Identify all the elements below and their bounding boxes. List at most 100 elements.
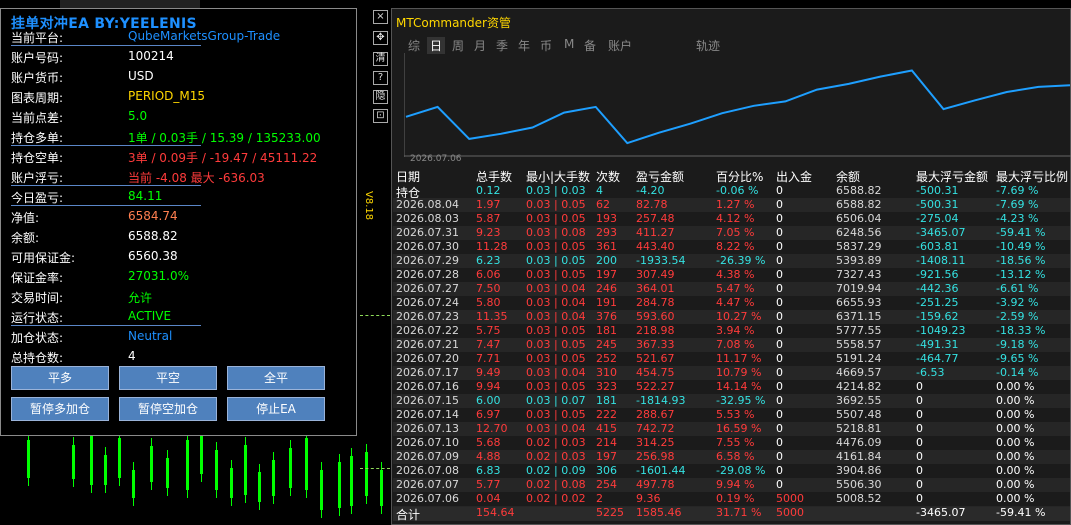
- table-cell: 0.03 | 0.07: [526, 394, 586, 407]
- info-label: 账户货币:: [11, 71, 64, 85]
- table-cell: 6371.15: [836, 310, 882, 323]
- table-cell: -10.49 %: [996, 240, 1046, 253]
- info-label: 当前点差:: [11, 111, 64, 125]
- table-cell: 2026.08.04: [396, 198, 459, 211]
- table-cell: 256.98: [636, 450, 675, 463]
- table-cell: -442.36: [916, 282, 959, 295]
- clear-icon[interactable]: 清: [373, 52, 388, 66]
- stop-ea-button[interactable]: 停止EA: [227, 397, 325, 421]
- equity-line-chart: [404, 53, 1071, 157]
- move-icon[interactable]: ✥: [373, 31, 388, 45]
- table-cell: 0: [776, 464, 783, 477]
- info-label: 持仓多单:: [11, 131, 64, 145]
- table-cell: 12.70: [476, 422, 508, 435]
- table-cell: 5558.57: [836, 338, 882, 351]
- tab-日[interactable]: 日: [427, 37, 446, 54]
- tab-M[interactable]: M: [564, 37, 574, 51]
- tab-年[interactable]: 年: [518, 37, 530, 54]
- price-candle-wick: [167, 450, 168, 496]
- table-cell: 0.03 | 0.05: [526, 198, 586, 211]
- pause-long-add-button[interactable]: 暂停多加仓: [11, 397, 109, 421]
- table-cell: 5008.52: [836, 492, 882, 505]
- price-candle-wick: [133, 462, 134, 506]
- table-cell: 0: [776, 422, 783, 435]
- tab-账户[interactable]: 账户: [608, 37, 632, 54]
- price-candle-wick: [259, 464, 260, 510]
- table-cell: 2026.07.10: [396, 436, 459, 449]
- hide-icon[interactable]: 隐: [373, 90, 388, 104]
- table-cell: 0: [916, 380, 923, 393]
- price-candle-wick: [245, 437, 246, 503]
- table-cell: 521.67: [636, 352, 675, 365]
- table-cell: 0.03 | 0.05: [526, 324, 586, 337]
- table-cell: 6588.82: [836, 198, 882, 211]
- tab-季[interactable]: 季: [496, 37, 508, 54]
- table-cell: 2026.07.14: [396, 408, 459, 421]
- price-candle-wick: [73, 437, 74, 487]
- info-label: 保证金率:: [11, 271, 64, 285]
- tab-备[interactable]: 备: [584, 37, 596, 54]
- close-short-button[interactable]: 平空: [119, 366, 217, 390]
- price-candle-wick: [306, 430, 307, 498]
- table-cell: 5.87: [476, 212, 501, 225]
- version-label: V8.18: [363, 191, 374, 221]
- table-cell: 0.03 | 0.04: [526, 422, 586, 435]
- table-cell: -18.56 %: [996, 254, 1046, 267]
- table-cell: 454.75: [636, 366, 675, 379]
- table-cell: -6.61 %: [996, 282, 1039, 295]
- table-cell: -464.77: [916, 352, 959, 365]
- table-cell: 0.03 | 0.05: [526, 352, 586, 365]
- table-cell: 6506.04: [836, 212, 882, 225]
- close-icon[interactable]: ×: [373, 10, 388, 24]
- table-cell: 9.94 %: [716, 478, 755, 491]
- table-cell: 2026.07.23: [396, 310, 459, 323]
- column-header: 总手数: [476, 170, 513, 184]
- table-cell: 9.94: [476, 380, 501, 393]
- table-cell: 8.22 %: [716, 240, 755, 253]
- table-cell: 191: [596, 296, 617, 309]
- table-cell: 307.49: [636, 268, 675, 281]
- table-cell: 2026.07.16: [396, 380, 459, 393]
- tab-周[interactable]: 周: [452, 37, 464, 54]
- table-cell: -2.59 %: [996, 310, 1039, 323]
- table-cell: 0.00 %: [996, 492, 1035, 505]
- price-candle-wick: [339, 454, 340, 516]
- help-icon[interactable]: ?: [373, 71, 388, 85]
- info-row: 当前平台: QubeMarketsGroup-Trade: [1, 27, 341, 47]
- restore-icon[interactable]: ⊡: [373, 109, 388, 123]
- table-cell: -3465.07: [916, 226, 966, 239]
- table-cell: 314.25: [636, 436, 675, 449]
- table-cell: 5837.29: [836, 240, 882, 253]
- close-all-button[interactable]: 全平: [227, 366, 325, 390]
- tab-月[interactable]: 月: [474, 37, 486, 54]
- table-cell: 5.75: [476, 324, 501, 337]
- table-cell: 6655.93: [836, 296, 882, 309]
- info-label: 加仓状态:: [11, 331, 64, 345]
- tab-币[interactable]: 币: [540, 37, 552, 54]
- info-value: 6588.82: [128, 229, 178, 243]
- table-cell: -1408.11: [916, 254, 966, 267]
- table-cell: 7019.94: [836, 282, 882, 295]
- column-header: 余额: [836, 170, 861, 184]
- info-value: PERIOD_M15: [128, 89, 206, 103]
- table-cell: 284.78: [636, 296, 675, 309]
- info-row: 今日盈亏: 84.11: [1, 187, 341, 207]
- gridline-dashed: [360, 315, 390, 316]
- table-cell: -13.12 %: [996, 268, 1046, 281]
- table-cell: 5218.81: [836, 422, 882, 435]
- table-cell: -4.20: [636, 184, 665, 197]
- table-cell: 0: [916, 408, 923, 421]
- table-cell: 3904.86: [836, 464, 882, 477]
- info-value: 27031.0%: [128, 269, 190, 283]
- table-cell: -1933.54: [636, 254, 686, 267]
- table-cell: 0: [776, 450, 783, 463]
- table-cell: 0: [776, 324, 783, 337]
- table-cell: 0: [776, 212, 783, 225]
- tab-轨迹[interactable]: 轨迹: [696, 37, 720, 54]
- close-long-button[interactable]: 平多: [11, 366, 109, 390]
- pause-short-add-button[interactable]: 暂停空加仓: [119, 397, 217, 421]
- table-cell: 0.03 | 0.05: [526, 254, 586, 267]
- table-cell: 364.01: [636, 282, 675, 295]
- table-cell: 0.03 | 0.05: [526, 338, 586, 351]
- tab-综[interactable]: 综: [408, 37, 420, 54]
